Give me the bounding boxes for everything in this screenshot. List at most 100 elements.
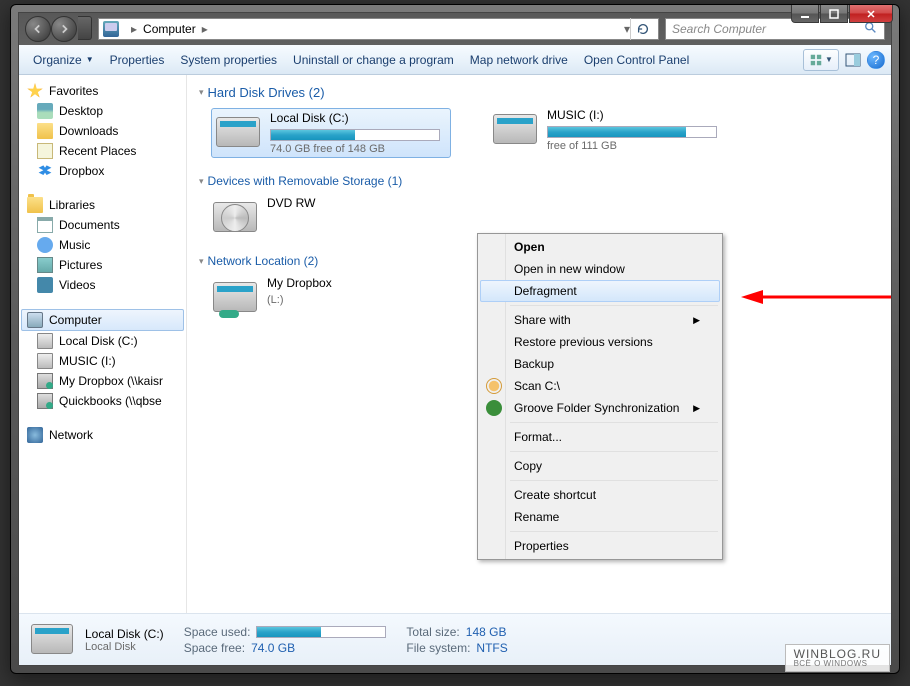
drive-name: MUSIC (I:) [547,108,731,122]
preview-pane-button[interactable] [841,49,865,71]
tree-net-quickbooks[interactable]: Quickbooks (\\qbse [21,391,184,411]
drive-usage-bar [547,126,717,138]
tree-favorites-header[interactable]: Favorites [21,81,184,101]
tree-desktop[interactable]: Desktop [21,101,184,121]
context-menu: OpenOpen in new windowDefragment Share wi… [477,233,723,560]
network-icon [27,427,43,443]
help-button[interactable]: ? [867,51,885,69]
nav-history-chevron[interactable] [78,16,92,40]
tree-downloads[interactable]: Downloads [21,121,184,141]
downloads-icon [37,123,53,139]
hdd-large-icon [214,111,262,153]
context-menu-item[interactable]: Rename [480,506,720,528]
context-menu-item[interactable]: Scan C:\ [480,375,720,397]
view-menu-button[interactable]: ▼ [803,49,839,71]
netdrive-icon [37,393,53,409]
tree-videos[interactable]: Videos [21,275,184,295]
tree-music[interactable]: Music [21,235,184,255]
videos-icon [37,277,53,293]
tree-libraries-header[interactable]: Libraries [21,195,184,215]
breadcrumb-arrow[interactable]: ▸ [196,22,214,36]
dp-fill [257,627,321,637]
context-menu-item[interactable]: Properties [480,535,720,557]
details-title: Local Disk (C:) [85,627,164,641]
toolbar: Organize▼ Properties System properties U… [19,45,891,75]
details-subtitle: Local Disk [85,641,164,653]
details-used-label: Space used: [184,625,251,639]
libraries-icon [27,197,43,213]
tree-pictures[interactable]: Pictures [21,255,184,275]
drive-fill-c [271,130,355,140]
groove-icon [486,400,502,416]
toolbar-properties[interactable]: Properties [102,49,173,71]
netdrive-large-icon [211,276,259,318]
desktop-icon [37,103,53,119]
tree-local-disk-c[interactable]: Local Disk (C:) [21,331,184,351]
breadcrumb-arrow[interactable]: ▸ [125,22,143,36]
context-menu-item[interactable]: Backup [480,353,720,375]
netdrive-icon [37,373,53,389]
address-bar[interactable]: ▸ Computer ▸ ▾ [98,18,659,40]
submenu-arrow-icon: ▶ [693,315,700,326]
toolbar-uninstall[interactable]: Uninstall or change a program [285,49,462,71]
window-controls [790,5,893,23]
drive-fill-i [548,127,686,137]
tree-recent[interactable]: Recent Places [21,141,184,161]
computer-tree-icon [27,312,43,328]
context-menu-item[interactable]: Open [480,236,720,258]
minimize-button[interactable] [791,5,819,23]
toolbar-map-drive[interactable]: Map network drive [462,49,576,71]
address-row: ▸ Computer ▸ ▾ Search Computer [19,13,891,45]
recent-icon [37,143,53,159]
drive-name: DVD RW [267,196,451,210]
details-drive-icon [29,620,75,660]
toolbar-system-properties[interactable]: System properties [172,49,285,71]
music-icon [37,237,53,253]
computer-icon [103,21,119,37]
back-button[interactable] [25,16,51,42]
hdd-icon [37,353,53,369]
maximize-button[interactable] [820,5,848,23]
details-usage-bar [256,626,386,638]
forward-button[interactable] [51,16,77,42]
close-button[interactable] [849,5,893,23]
context-menu-item[interactable]: Create shortcut [480,484,720,506]
context-menu-item[interactable]: Groove Folder Synchronization▶ [480,397,720,419]
context-menu-item[interactable]: Copy [480,455,720,477]
dropbox-icon [37,163,53,179]
tree-computer-header[interactable]: Computer [21,309,184,331]
tree-music-i[interactable]: MUSIC (I:) [21,351,184,371]
organize-menu[interactable]: Organize▼ [25,49,102,71]
hdd-large-icon [491,108,539,150]
details-free-val: 74.0 GB [251,641,295,655]
tree-network-header[interactable]: Network [21,425,184,445]
drive-music-i[interactable]: MUSIC (I:) free of 111 GB [491,108,731,158]
drive-subtext: free of 111 GB [547,140,731,152]
tree-documents[interactable]: Documents [21,215,184,235]
hdd-icon [37,333,53,349]
drive-dvd[interactable]: DVD RW [211,196,451,238]
tree-net-dropbox[interactable]: My Dropbox (\\kaisr [21,371,184,391]
tree-dropbox[interactable]: Dropbox [21,161,184,181]
context-menu-item[interactable]: Open in new window [480,258,720,280]
drive-local-c[interactable]: Local Disk (C:) 74.0 GB free of 148 GB [211,108,451,158]
toolbar-control-panel[interactable]: Open Control Panel [576,49,697,71]
context-menu-item[interactable]: Share with▶ [480,309,720,331]
drive-subtext: 74.0 GB free of 148 GB [270,143,448,155]
refresh-button[interactable] [630,18,654,40]
pictures-icon [37,257,53,273]
context-menu-item[interactable]: Format... [480,426,720,448]
drive-net-dropbox[interactable]: My Dropbox (L:) [211,276,451,320]
drive-name: My Dropbox [267,276,451,290]
nav-tree: Favorites Desktop Downloads Recent Place… [19,75,187,613]
search-icon [864,21,878,38]
section-hdd[interactable]: Hard Disk Drives (2) [199,85,879,100]
section-removable[interactable]: Devices with Removable Storage (1) [199,174,879,188]
documents-icon [37,217,53,233]
breadcrumb-segment[interactable]: Computer [143,22,196,36]
details-free-label: Space free: [184,641,245,655]
context-menu-item[interactable]: Restore previous versions [480,331,720,353]
context-menu-item[interactable]: Defragment [480,280,720,302]
watermark: WINBLOG.RU ВСЁ О WINDOWS [785,644,890,672]
search-placeholder: Search Computer [672,22,766,36]
